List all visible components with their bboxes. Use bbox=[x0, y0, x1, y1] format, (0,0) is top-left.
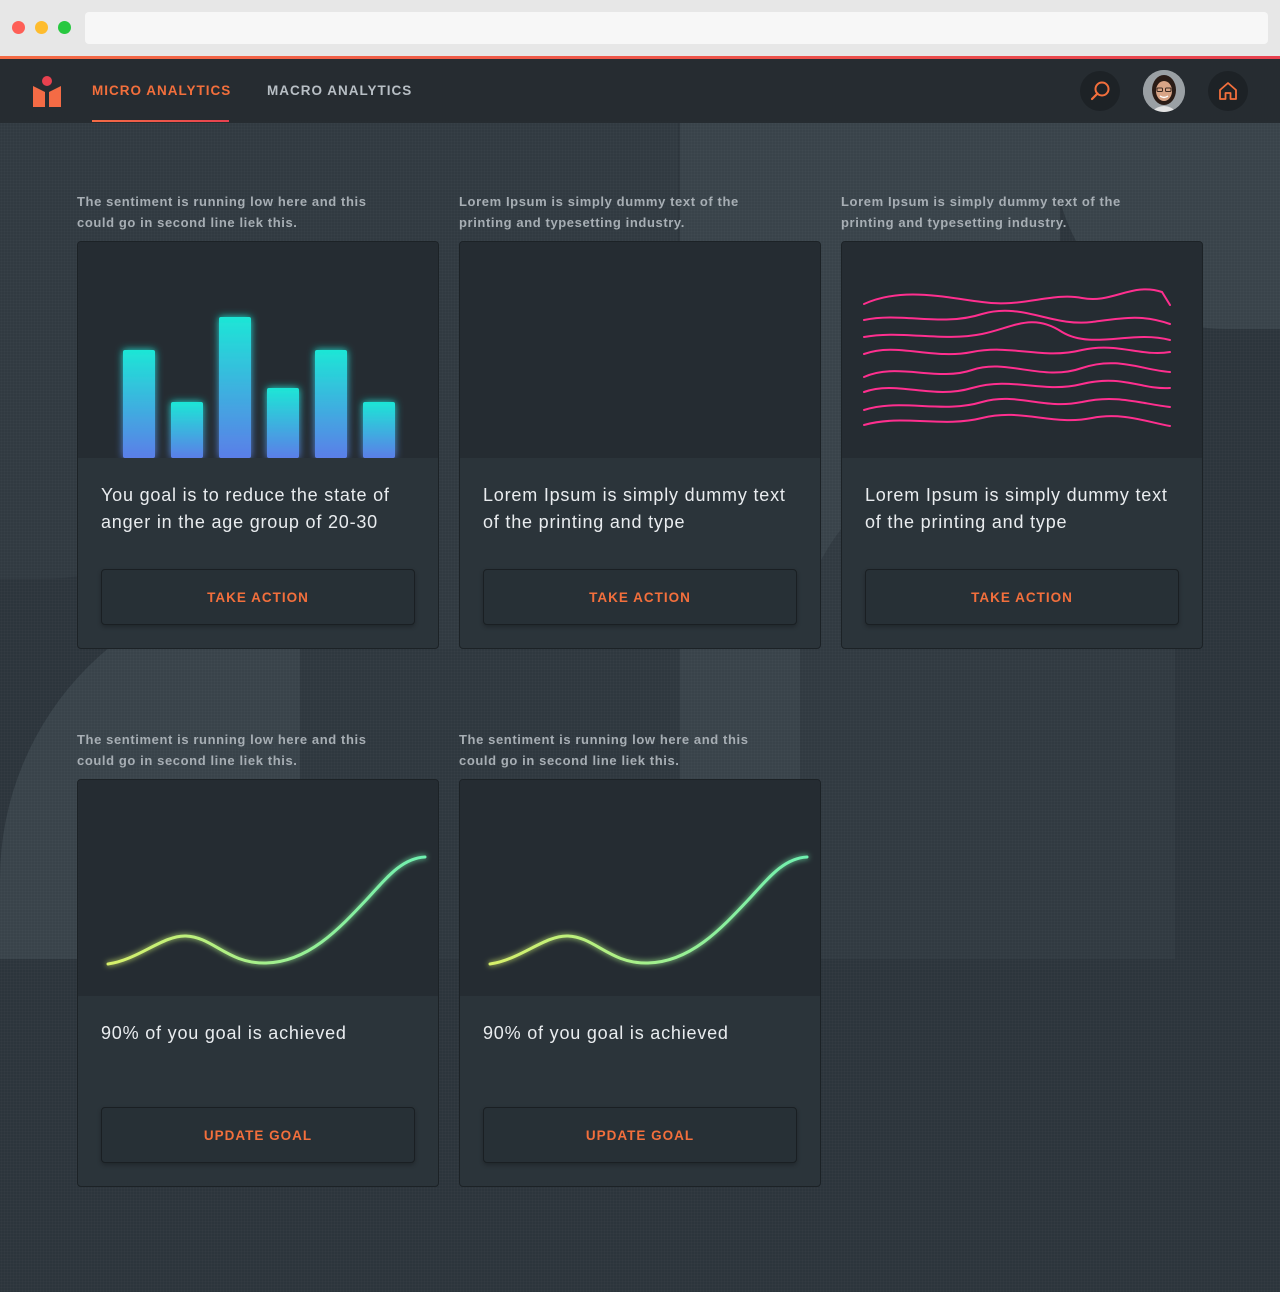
waves-visual bbox=[842, 242, 1202, 458]
avatar[interactable] bbox=[1143, 70, 1185, 112]
update-goal-button[interactable]: UPDATE GOAL bbox=[483, 1107, 797, 1163]
card-caption: Lorem Ipsum is simply dummy text of the … bbox=[841, 194, 1121, 230]
card-description: Lorem Ipsum is simply dummy text of the … bbox=[483, 485, 786, 532]
brand-logo bbox=[33, 76, 61, 107]
card-description: 90% of you goal is achieved bbox=[101, 1023, 347, 1043]
bar-chart-graphic bbox=[123, 317, 395, 458]
line-bars-visual bbox=[460, 242, 820, 458]
take-action-button[interactable]: TAKE ACTION bbox=[101, 569, 415, 625]
bar bbox=[267, 388, 299, 458]
wave-line bbox=[863, 397, 1171, 411]
curve-graphic bbox=[106, 855, 427, 966]
bar-chart-visual bbox=[78, 242, 438, 458]
bar bbox=[123, 350, 155, 458]
card-caption: The sentiment is running low here and th… bbox=[459, 732, 749, 768]
goal-curve bbox=[488, 855, 809, 966]
browser-chrome bbox=[0, 0, 1280, 56]
home-button[interactable] bbox=[1208, 71, 1248, 111]
wave-line bbox=[863, 321, 1171, 341]
maximize-window-dot[interactable] bbox=[58, 21, 71, 34]
address-bar[interactable] bbox=[85, 12, 1268, 44]
goal-card: 90% of you goal is achieved UPDATE GOAL bbox=[77, 779, 439, 1187]
goal-curve bbox=[106, 855, 427, 966]
top-nav: MICRO ANALYTICS MACRO ANALYTICS bbox=[0, 59, 1280, 123]
insight-card: Lorem Ipsum is simply dummy text of the … bbox=[841, 241, 1203, 649]
wave-line bbox=[863, 362, 1171, 378]
search-button[interactable] bbox=[1080, 71, 1120, 111]
tab-micro-analytics[interactable]: MICRO ANALYTICS bbox=[92, 83, 231, 98]
search-icon bbox=[1090, 81, 1110, 101]
take-action-button[interactable]: TAKE ACTION bbox=[865, 569, 1179, 625]
take-action-button[interactable]: TAKE ACTION bbox=[483, 569, 797, 625]
card-caption: Lorem Ipsum is simply dummy text of the … bbox=[459, 194, 739, 230]
wave-line bbox=[863, 413, 1171, 427]
bar bbox=[363, 402, 395, 458]
wave-line bbox=[863, 288, 1171, 306]
line-bars-graphic bbox=[511, 269, 770, 430]
bar bbox=[219, 317, 251, 458]
insight-card: You goal is to reduce the state of anger… bbox=[77, 241, 439, 649]
close-window-dot[interactable] bbox=[12, 21, 25, 34]
bar bbox=[315, 350, 347, 458]
waves-graphic bbox=[863, 288, 1171, 427]
wave-line bbox=[863, 346, 1171, 356]
wave-line bbox=[863, 309, 1171, 325]
card-description: 90% of you goal is achieved bbox=[483, 1023, 729, 1043]
card-caption: The sentiment is running low here and th… bbox=[77, 732, 367, 768]
curve-graphic bbox=[488, 855, 809, 966]
card-description: You goal is to reduce the state of anger… bbox=[101, 485, 390, 532]
user-avatar-icon bbox=[1143, 70, 1185, 112]
insight-card: Lorem Ipsum is simply dummy text of the … bbox=[459, 241, 821, 649]
card-caption: The sentiment is running low here and th… bbox=[77, 194, 367, 230]
tab-macro-analytics[interactable]: MACRO ANALYTICS bbox=[267, 83, 412, 98]
minimize-window-dot[interactable] bbox=[35, 21, 48, 34]
wave-line bbox=[863, 379, 1171, 393]
bar bbox=[171, 402, 203, 458]
curve-visual bbox=[78, 780, 438, 996]
active-tab-indicator bbox=[92, 120, 229, 122]
home-icon bbox=[1219, 82, 1237, 100]
card-description: Lorem Ipsum is simply dummy text of the … bbox=[865, 485, 1168, 532]
goal-card: 90% of you goal is achieved UPDATE GOAL bbox=[459, 779, 821, 1187]
curve-visual bbox=[460, 780, 820, 996]
update-goal-button[interactable]: UPDATE GOAL bbox=[101, 1107, 415, 1163]
